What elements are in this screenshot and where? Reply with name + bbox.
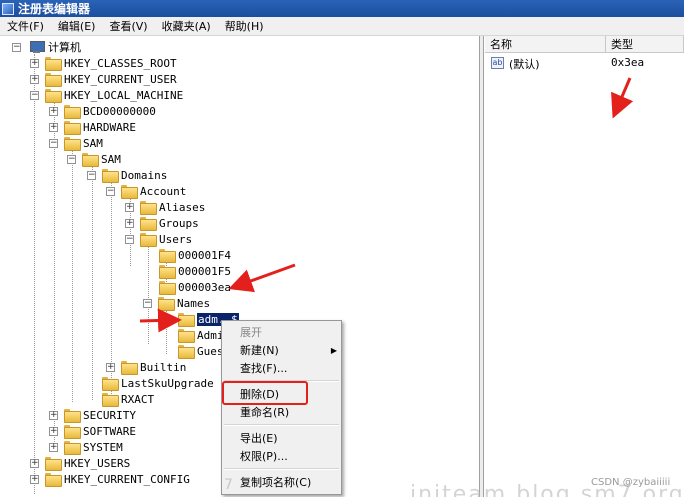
arrow-to-000003ea-icon (228, 263, 296, 293)
arrow-to-selected-key-icon (139, 308, 182, 333)
arrow-to-type-value-icon (611, 77, 634, 119)
watermark-fragment: 7 (224, 477, 233, 493)
watermark-csdn: CSDN @zybaiiiii (591, 477, 671, 488)
annotation-arrows (139, 77, 634, 333)
